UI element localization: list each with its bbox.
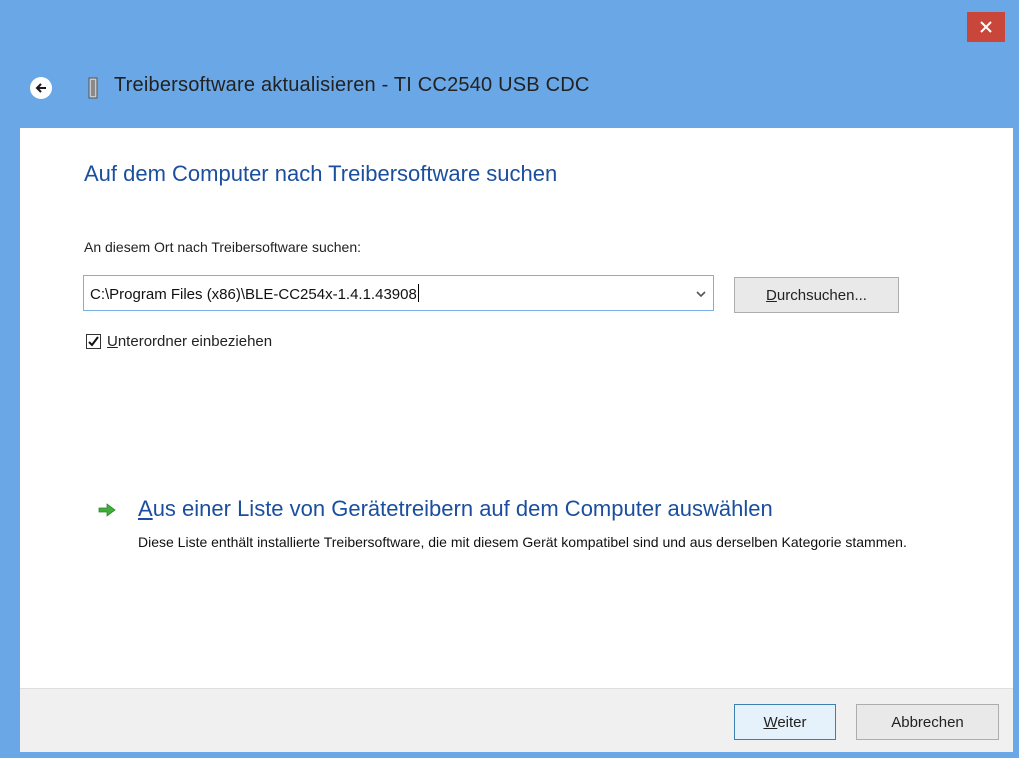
close-icon	[980, 21, 992, 33]
browse-button[interactable]: Durchsuchen...	[734, 277, 899, 313]
browse-button-label: Durchsuchen...	[766, 286, 867, 304]
back-button[interactable]	[30, 77, 52, 99]
header: Treibersoftware aktualisieren - TI CC254…	[10, 44, 1013, 128]
text-caret	[417, 284, 419, 302]
usb-device-icon	[88, 77, 98, 99]
close-button[interactable]	[967, 12, 1005, 42]
include-subfolders-checkbox[interactable]	[86, 333, 101, 349]
checkmark-icon	[88, 335, 99, 347]
pick-from-list-description: Diese Liste enthält installierte Treiber…	[138, 534, 907, 550]
cancel-button[interactable]: Abbrechen	[856, 704, 999, 740]
include-subfolders-option[interactable]: Unterordner einbeziehen	[86, 331, 272, 351]
driver-update-window: Treibersoftware aktualisieren - TI CC254…	[0, 0, 1019, 758]
path-combobox[interactable]: C:\Program Files (x86)\BLE-CC254x-1.4.1.…	[83, 275, 714, 311]
title-bar	[0, 0, 1019, 44]
path-label: An diesem Ort nach Treibersoftware suche…	[84, 239, 362, 255]
path-input[interactable]: C:\Program Files (x86)\BLE-CC254x-1.4.1.…	[90, 284, 419, 303]
back-arrow-icon	[35, 83, 46, 93]
window-title: Treibersoftware aktualisieren - TI CC254…	[114, 74, 590, 96]
dialog-footer: Weiter Abbrechen	[20, 688, 1013, 752]
next-button-label: Weiter	[763, 713, 807, 731]
page-title: Auf dem Computer nach Treibersoftware su…	[84, 161, 558, 186]
path-value: C:\Program Files (x86)\BLE-CC254x-1.4.1.…	[90, 286, 417, 303]
green-arrow-icon	[98, 503, 116, 517]
next-button[interactable]: Weiter	[734, 704, 836, 740]
pick-from-list-link[interactable]: Aus einer Liste von Gerätetreibern auf d…	[138, 496, 773, 522]
chevron-down-icon[interactable]	[695, 288, 707, 300]
include-subfolders-label: Unterordner einbeziehen	[107, 332, 273, 350]
main-content: Auf dem Computer nach Treibersoftware su…	[20, 128, 1013, 688]
cancel-button-label: Abbrechen	[891, 713, 964, 731]
